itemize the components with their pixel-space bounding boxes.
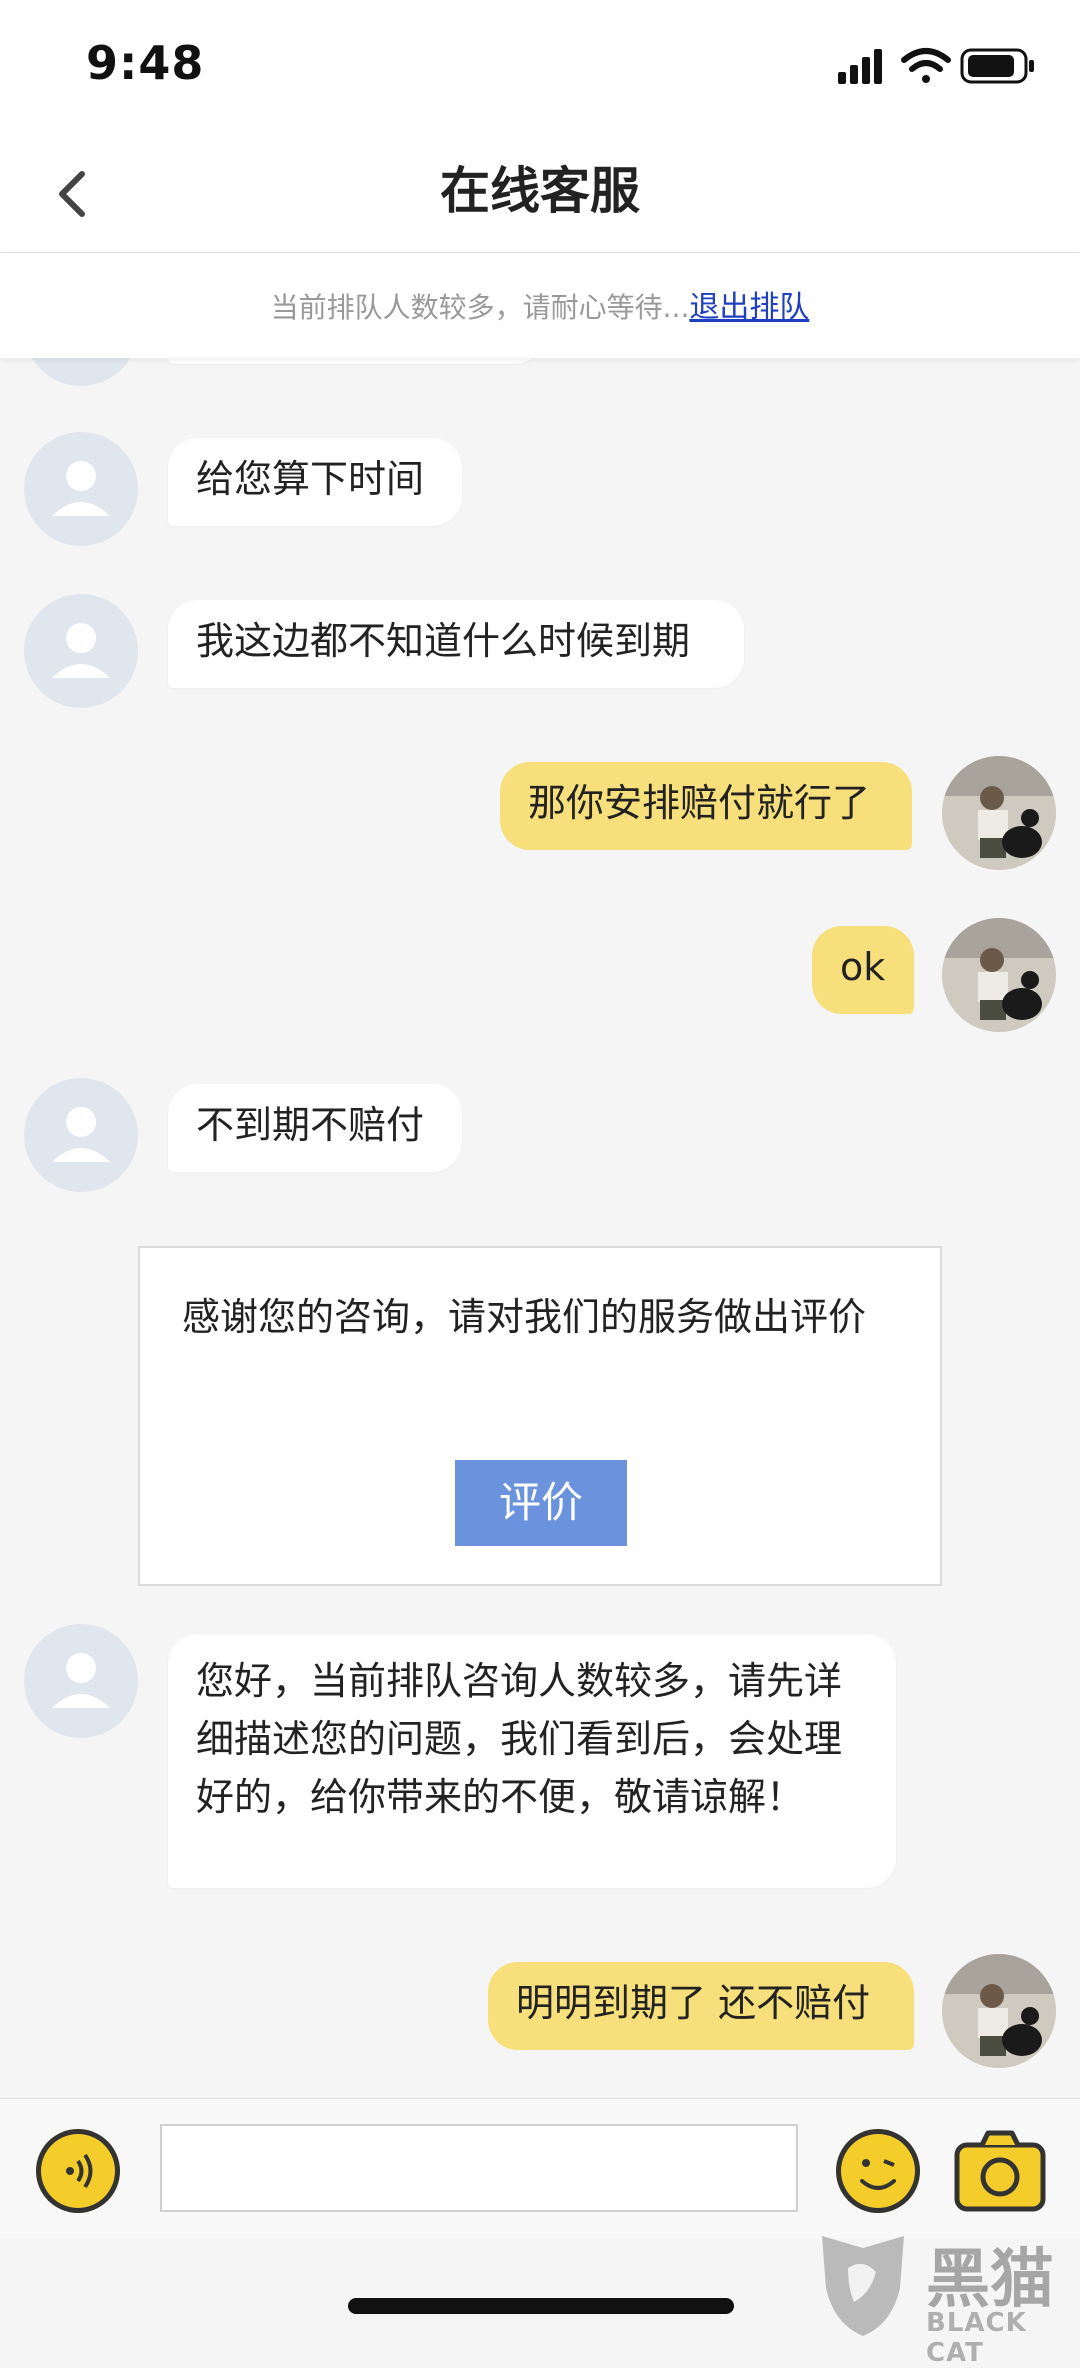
rate-button[interactable]: 评价 <box>455 1460 627 1546</box>
agent-message-bubble: 我这边都不知道什么时候到期 <box>168 600 744 688</box>
agent-avatar <box>24 432 138 546</box>
camera-icon[interactable] <box>954 2127 1046 2215</box>
battery-icon <box>960 48 1034 84</box>
agent-message-bubble: 给您算下时间 <box>168 438 462 526</box>
user-avatar <box>942 756 1056 870</box>
default-avatar-icon <box>52 623 110 678</box>
queue-message: 当前排队人数较多，请耐心等待... <box>270 291 690 324</box>
user-avatar <box>942 1954 1056 2068</box>
watermark-zh: 黑猫 <box>926 2243 1054 2317</box>
exit-queue-link[interactable]: 退出排队 <box>689 290 809 325</box>
input-bar <box>0 2098 1080 2239</box>
partial-message-bubble <box>168 358 544 364</box>
wifi-icon <box>901 48 951 83</box>
agent-message-bubble: 不到期不赔付 <box>168 1084 462 1172</box>
default-avatar-icon <box>52 1107 110 1162</box>
home-indicator <box>348 2298 734 2314</box>
agent-avatar <box>24 358 138 386</box>
back-chevron-icon[interactable] <box>40 158 110 228</box>
status-time: 9:48 <box>86 36 205 90</box>
rating-prompt: 感谢您的咨询，请对我们的服务做出评价 <box>182 1295 867 1339</box>
watermark: 黑猫 BLACK CAT <box>808 2228 1080 2368</box>
status-bar: 9:48 <box>0 0 1080 130</box>
voice-icon <box>66 2153 93 2189</box>
emoji-button[interactable] <box>836 2129 920 2213</box>
emoji-icon <box>860 2159 896 2190</box>
default-avatar-icon <box>52 1653 110 1708</box>
agent-avatar <box>24 594 138 708</box>
default-avatar-icon <box>52 461 110 516</box>
chat-area[interactable]: 给您算下时间 我这边都不知道什么时候到期 那你安排赔付就行了 ok 不到期不赔付… <box>0 358 1080 2098</box>
user-avatar <box>942 918 1056 1032</box>
watermark-en: BLACK CAT <box>926 2308 1027 2368</box>
queue-notice: 当前排队人数较多，请耐心等待...退出排队 <box>0 253 1080 358</box>
voice-button[interactable] <box>36 2129 120 2213</box>
user-message-bubble: 明明到期了 还不赔付 <box>488 1962 914 2050</box>
agent-avatar <box>24 1078 138 1192</box>
user-message-bubble: 那你安排赔付就行了 <box>500 762 912 850</box>
black-cat-logo-icon <box>822 2236 904 2336</box>
nav-bar: 在线客服 <box>0 130 1080 253</box>
signal-icon <box>838 49 882 84</box>
agent-message-bubble: 您好，当前排队咨询人数较多，请先详细描述您的问题，我们看到后，会处理好的，给你带… <box>168 1634 896 1888</box>
user-message-bubble: ok <box>812 926 914 1014</box>
page-title: 在线客服 <box>440 162 640 220</box>
rating-card: 感谢您的咨询，请对我们的服务做出评价 评价 <box>138 1246 942 1586</box>
agent-avatar <box>24 1624 138 1738</box>
status-icons <box>838 48 1034 84</box>
message-input[interactable] <box>160 2124 798 2212</box>
